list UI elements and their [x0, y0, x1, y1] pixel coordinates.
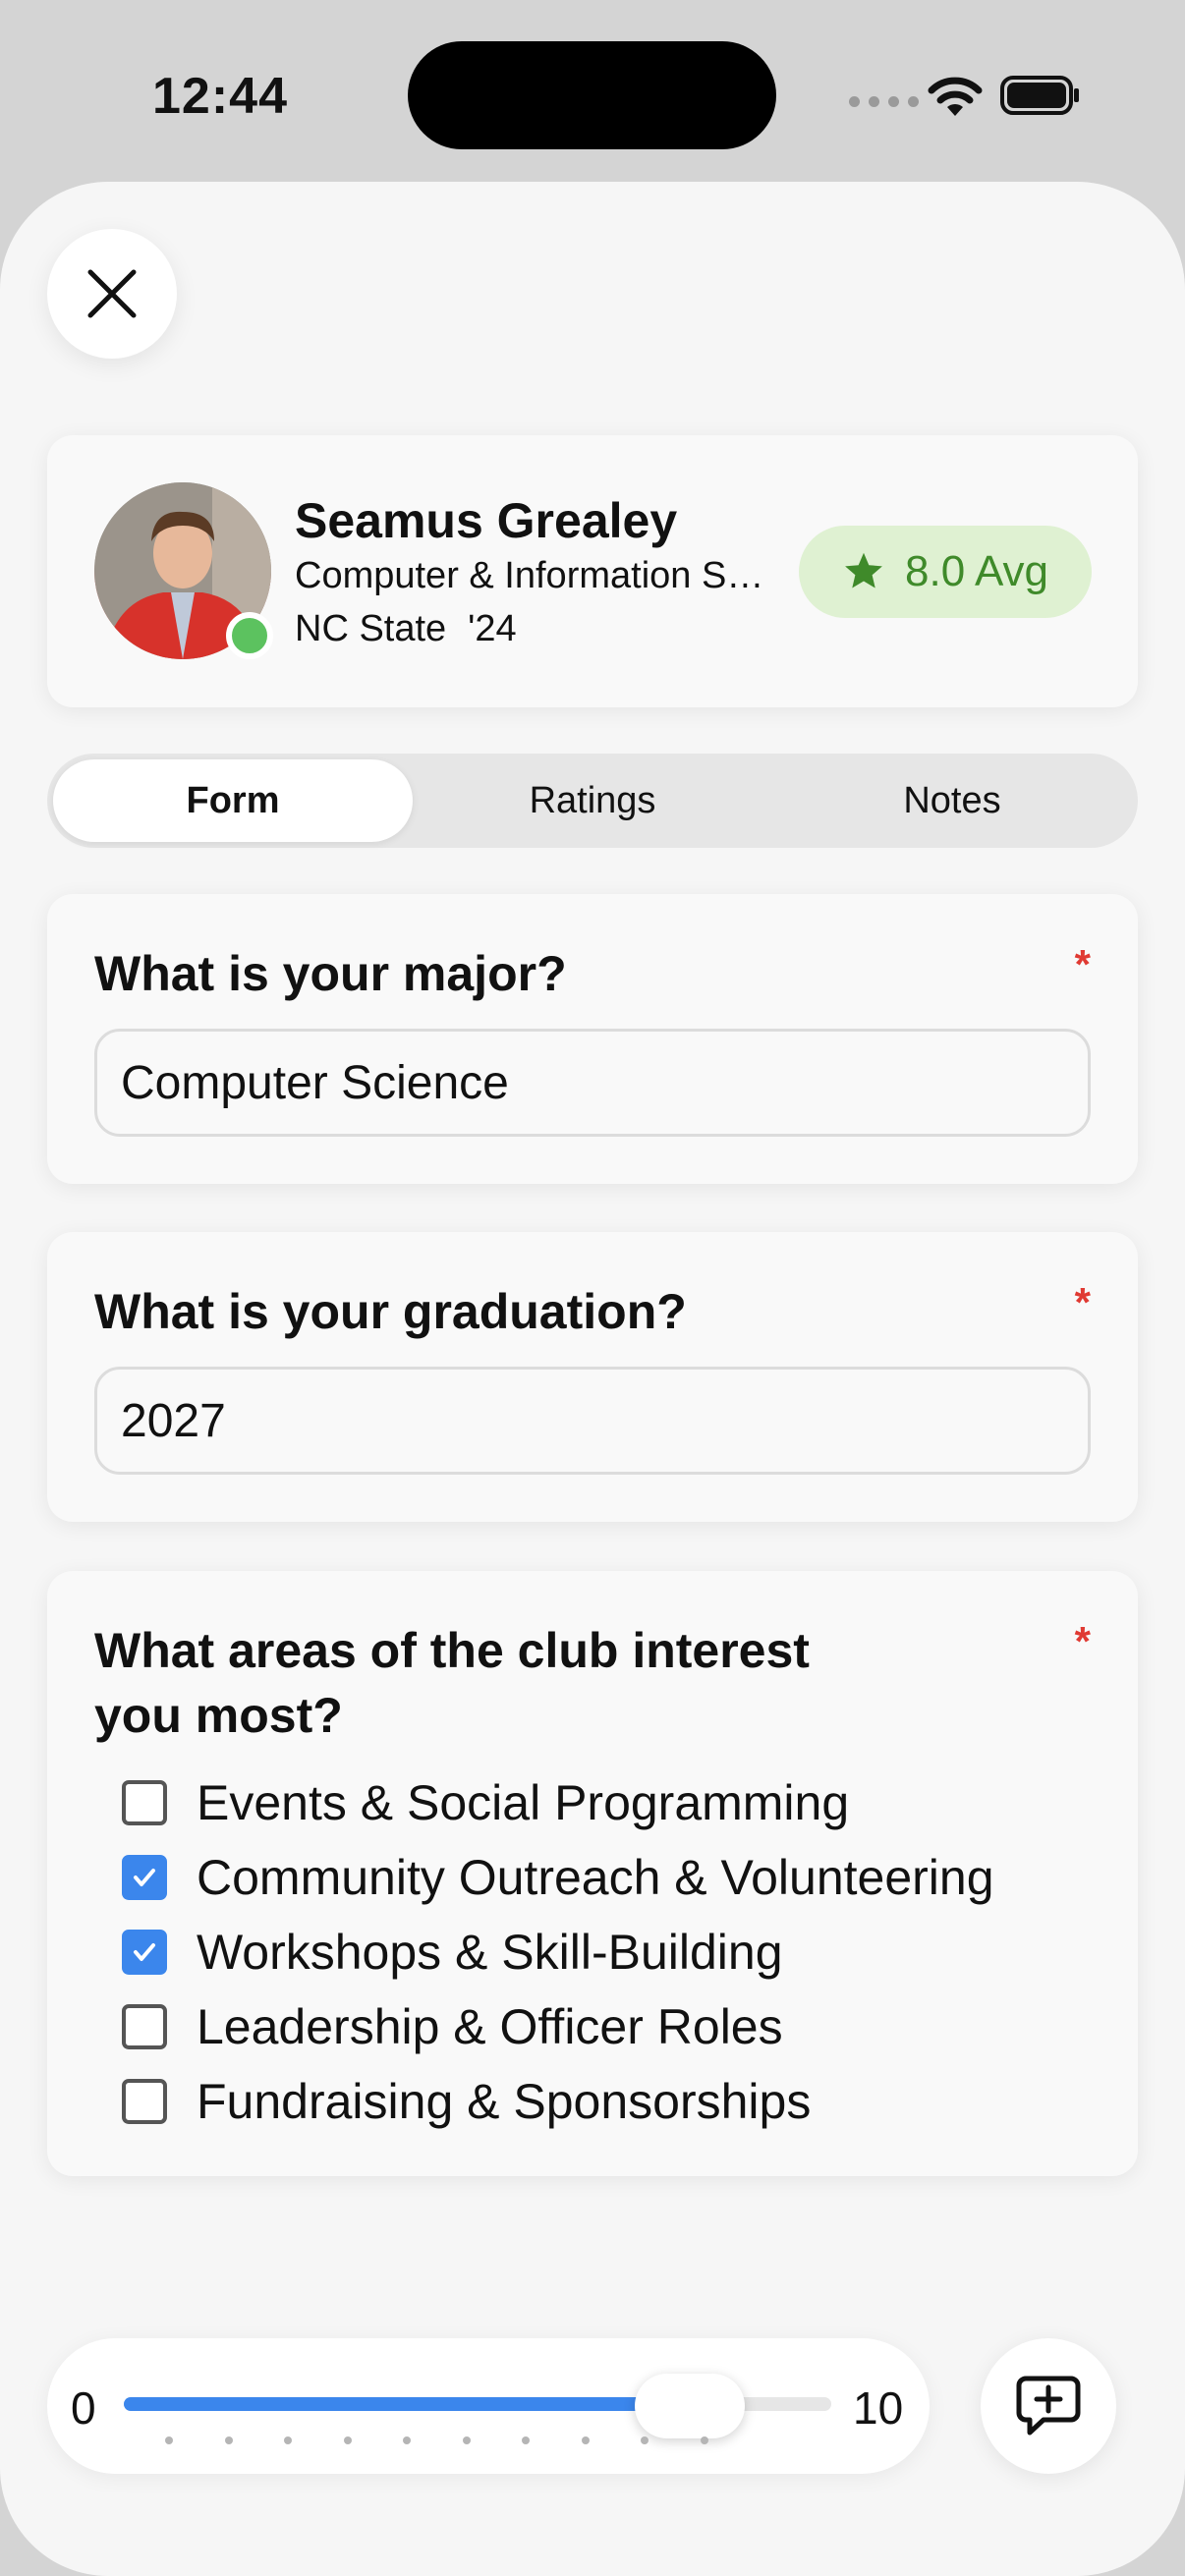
checkbox[interactable] [122, 1855, 167, 1900]
slider-tick [522, 2436, 530, 2444]
slider-tick [581, 2436, 590, 2444]
comment-add-icon [1016, 2376, 1081, 2436]
interest-options: Events & Social Programming Community Ou… [122, 1765, 994, 2139]
rating-slider-fill [124, 2397, 690, 2411]
slider-tick [224, 2436, 233, 2444]
profile-card: Seamus Grealey Computer & Information Sc… [47, 435, 1138, 707]
close-button[interactable] [47, 229, 177, 359]
required-indicator: * [1074, 1279, 1091, 1325]
rating-slider-container: 0 10 [47, 2338, 930, 2474]
question-card-interests: What areas of the club interest you most… [47, 1571, 1138, 2176]
major-input[interactable] [94, 1029, 1091, 1137]
interest-option-fundraising[interactable]: Fundraising & Sponsorships [122, 2064, 994, 2139]
question-title: What areas of the club interest you most… [94, 1623, 810, 1743]
average-rating-value: 8.0 Avg [905, 547, 1048, 595]
option-label: Community Outreach & Volunteering [197, 1850, 994, 1905]
option-label: Workshops & Skill-Building [197, 1925, 783, 1980]
slider-max-label: 10 [853, 2382, 904, 2434]
slider-tick [343, 2436, 352, 2444]
required-indicator: * [1074, 941, 1091, 987]
rating-slider-thumb[interactable] [635, 2374, 745, 2438]
interest-option-outreach[interactable]: Community Outreach & Volunteering [122, 1840, 994, 1915]
status-bar: 12:44 [0, 0, 1185, 187]
interest-option-events[interactable]: Events & Social Programming [122, 1765, 994, 1840]
segmented-tabs: Form Ratings Notes [47, 754, 1138, 848]
average-rating-badge: 8.0 Avg [799, 526, 1092, 618]
checkbox[interactable] [122, 1780, 167, 1825]
slider-tick [403, 2436, 411, 2444]
slider-tick [165, 2436, 173, 2444]
cellular-signal-icon [849, 96, 919, 107]
question-card-major: What is your major? * [47, 894, 1138, 1184]
checkbox[interactable] [122, 2079, 167, 2124]
question-card-graduation: What is your graduation? * [47, 1232, 1138, 1522]
status-time: 12:44 [152, 68, 288, 125]
question-title: What is your graduation? [94, 1284, 687, 1339]
slider-tick [641, 2436, 649, 2444]
slider-tick [284, 2436, 292, 2444]
tab-ratings[interactable]: Ratings [413, 759, 772, 842]
tab-form[interactable]: Form [53, 759, 413, 842]
online-status-dot [226, 612, 273, 659]
profile-school: NC State [295, 608, 447, 649]
interest-option-workshops[interactable]: Workshops & Skill-Building [122, 1915, 994, 1989]
add-comment-button[interactable] [981, 2338, 1116, 2474]
option-label: Leadership & Officer Roles [197, 1999, 783, 2054]
profile-name: Seamus Grealey [295, 493, 678, 548]
slider-min-label: 0 [71, 2382, 96, 2434]
question-title: What is your major? [94, 946, 567, 1001]
profile-year: '24 [468, 608, 517, 649]
dynamic-island [408, 41, 776, 149]
wifi-icon [928, 77, 983, 116]
graduation-input[interactable] [94, 1367, 1091, 1475]
checkbox[interactable] [122, 1930, 167, 1975]
checkbox[interactable] [122, 2004, 167, 2049]
interest-option-leadership[interactable]: Leadership & Officer Roles [122, 1989, 994, 2064]
option-label: Events & Social Programming [197, 1775, 850, 1830]
star-icon [845, 552, 882, 588]
profile-school-line: NC State '24 [295, 608, 517, 650]
slider-tick [462, 2436, 471, 2444]
required-indicator: * [1074, 1618, 1091, 1664]
slider-tick [700, 2436, 708, 2444]
battery-icon [1000, 76, 1079, 115]
profile-major: Computer & Information Science [295, 555, 766, 596]
tab-notes[interactable]: Notes [772, 759, 1132, 842]
close-icon [87, 269, 137, 318]
option-label: Fundraising & Sponsorships [197, 2074, 812, 2129]
